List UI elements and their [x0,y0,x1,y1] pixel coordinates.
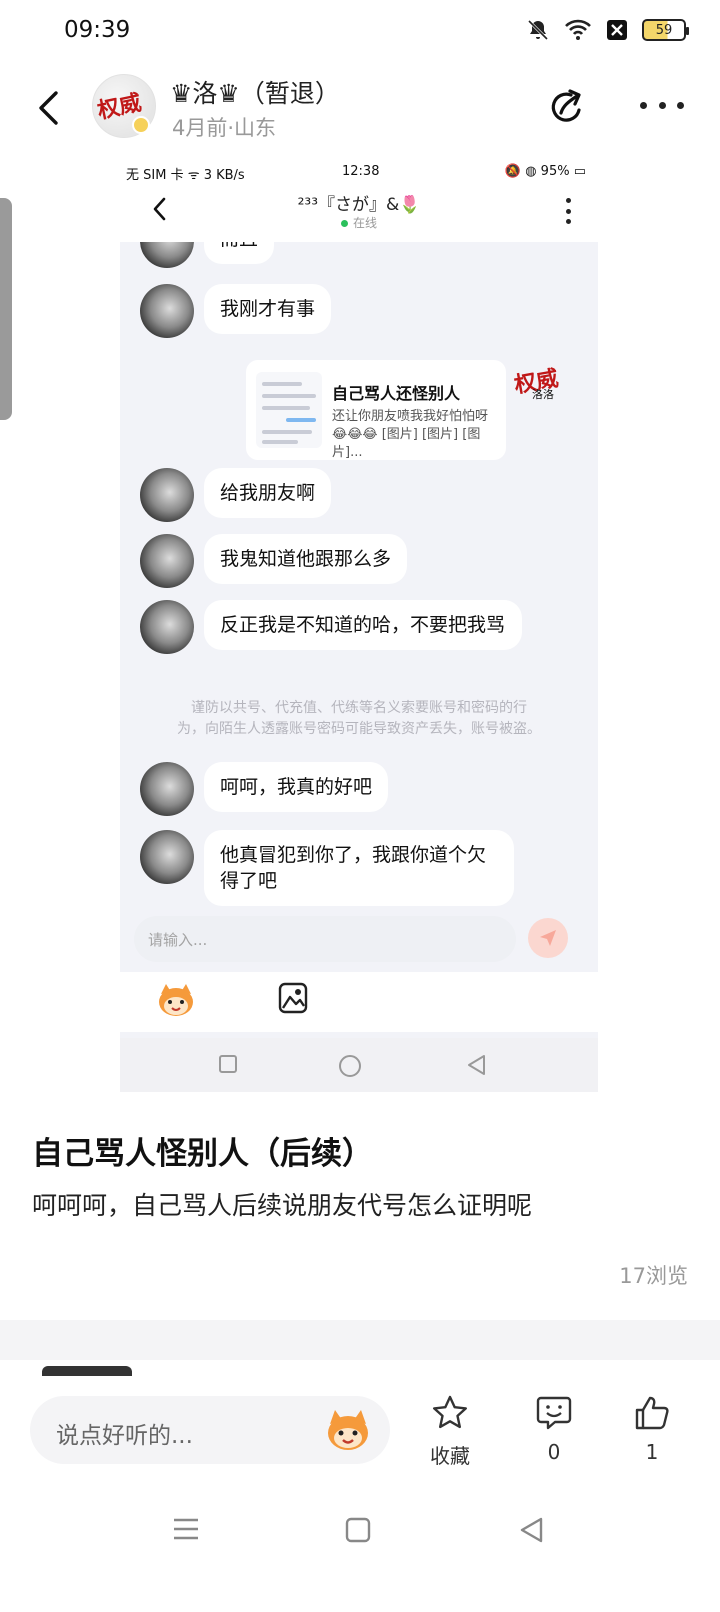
mascot-emoji-icon [159,984,193,1016]
view-count: 17浏览 [619,1264,688,1288]
bottom-action-bar: 说点好听的... 收藏 0 1 [0,1376,720,1488]
post-header: 权威 ♛洛♛（暂退） 4月前·山东 [0,66,720,152]
comment-placeholder: 说点好听的... [56,1423,193,1449]
home-square-icon[interactable] [344,1516,372,1544]
more-options-button[interactable] [640,90,684,120]
author-name[interactable]: ♛洛♛（暂退） [170,74,340,110]
comment-button[interactable]: 0 [524,1394,584,1464]
share-icon [551,89,581,122]
chevron-left-icon [39,91,58,125]
menu-icon[interactable] [172,1516,200,1542]
dot-icon [658,101,666,109]
message-bubble: 我鬼知道他跟那么多 [204,534,408,584]
section-divider [0,1320,720,1360]
send-icon [540,930,556,946]
message-bubble: 给我朋友啊 [204,468,332,518]
status-bar: 09:39 59 [0,0,720,64]
sender-avatar [140,284,194,338]
status-time: 09:39 [64,17,131,43]
emoji-picker-icon[interactable] [324,1406,372,1454]
comments-tab-indicator [42,1366,132,1376]
chat-message: 反正我是不知道的哈，不要把我骂 [140,600,522,654]
card-description: 还让你朋友喷我我好怕怕呀😂😂😂 [图片] [图片] [图片]... [332,409,489,460]
image-chat-title: ²³³『さが』&🌷 [297,195,421,215]
edge-drawer-handle[interactable] [0,198,12,420]
card-thumbnail [256,372,322,448]
sender-avatar [140,534,194,588]
message-bubble: 而且 [204,242,275,264]
post-body: 呵呵呵，自己骂人后续说朋友代号怎么证明呢 [32,1191,533,1220]
triangle-back-icon [468,1055,485,1075]
image-toolbar [120,972,598,1032]
square-icon [219,1055,237,1073]
chat-message: 他真冒犯到你了，我跟你道个欠得了吧 [140,830,514,906]
comment-count: 0 [547,1440,561,1464]
image-status-right: 🔕 ◍ 95% ▭ [504,164,586,179]
chat-message: 而且 [140,242,275,268]
sender-avatar [140,242,194,268]
message-bubble: 他真冒犯到你了，我跟你道个欠得了吧 [204,830,514,906]
post-meta: 4月前·山东 [172,116,277,140]
dot-icon [677,101,684,109]
notice-line: 谨防以共号、代充值、代练等名义索要账号和密码的行 [191,700,527,716]
sender-avatar [140,762,194,816]
comment-input[interactable]: 说点好听的... [30,1396,390,1464]
like-count: 1 [645,1440,659,1464]
card-title: 自己骂人还怪别人 [332,384,461,403]
favorite-button[interactable]: 收藏 [420,1394,480,1469]
card-sender-avatar: 权威 洛洛 [512,358,566,410]
vertical-dots-icon [564,198,572,224]
share-button[interactable] [546,86,588,128]
message-bubble: 呵呵，我真的好吧 [204,762,389,812]
sender-avatar [140,600,194,654]
chat-message: 呵呵，我真的好吧 [140,762,389,816]
image-gallery-icon [278,982,308,1014]
mute-bell-icon [527,19,549,41]
post-image[interactable]: 无 SIM 卡 ᯤ 3 KB/s 12:38 🔕 ◍ 95% ▭ ²³³『さが』… [120,152,598,1120]
chat-message: 我刚才有事 [140,284,332,338]
wifi-icon [565,19,591,40]
post-title: 自己骂人怪别人（后续） [32,1136,373,1172]
sender-avatar [140,468,194,522]
image-status-time: 12:38 [342,164,380,179]
battery-indicator: 59 [642,19,689,41]
image-status-left: 无 SIM 卡 ᯤ 3 KB/s [126,168,245,183]
star-icon [433,1395,467,1429]
avatar-sub-text: 洛洛 [532,388,554,401]
thumbs-up-icon [635,1396,669,1430]
chat-message: 我鬼知道他跟那么多 [140,534,408,588]
image-send-button [528,918,568,958]
comment-bubble-icon [536,1396,572,1430]
like-button[interactable]: 1 [622,1394,682,1464]
shared-post-card: 自己骂人还怪别人 还让你朋友喷我我好怕怕呀😂😂😂 [图片] [图片] [图片].… [246,360,506,460]
system-nav-bar [0,1488,720,1612]
image-status-bar: 无 SIM 卡 ᯤ 3 KB/s 12:38 🔕 ◍ 95% ▭ [120,152,598,186]
message-bubble: 我刚才有事 [204,284,332,334]
circle-icon [339,1055,361,1077]
back-triangle-icon[interactable] [518,1516,544,1544]
chat-message: 给我朋友啊 [140,468,332,522]
favorite-label: 收藏 [430,1444,470,1468]
status-icons: 59 [526,18,689,42]
no-sim-icon [607,20,627,40]
image-online-status: 在线 [120,214,598,231]
image-nav-bar [120,1038,598,1092]
image-message-input: 请输入... [134,916,516,962]
security-notice: 谨防以共号、代充值、代练等名义索要账号和密码的行 为，向陌生人透露账号密码可能导… [120,698,598,740]
back-button[interactable] [30,86,66,130]
avatar-badge [132,116,150,134]
notice-line: 为，向陌生人透露账号密码可能导致资产丢失，账号被盗。 [177,721,541,737]
sender-avatar [140,830,194,884]
image-chat-header: ²³³『さが』&🌷 在线 [120,186,598,240]
dot-icon [640,101,647,109]
message-bubble: 反正我是不知道的哈，不要把我骂 [204,600,522,650]
